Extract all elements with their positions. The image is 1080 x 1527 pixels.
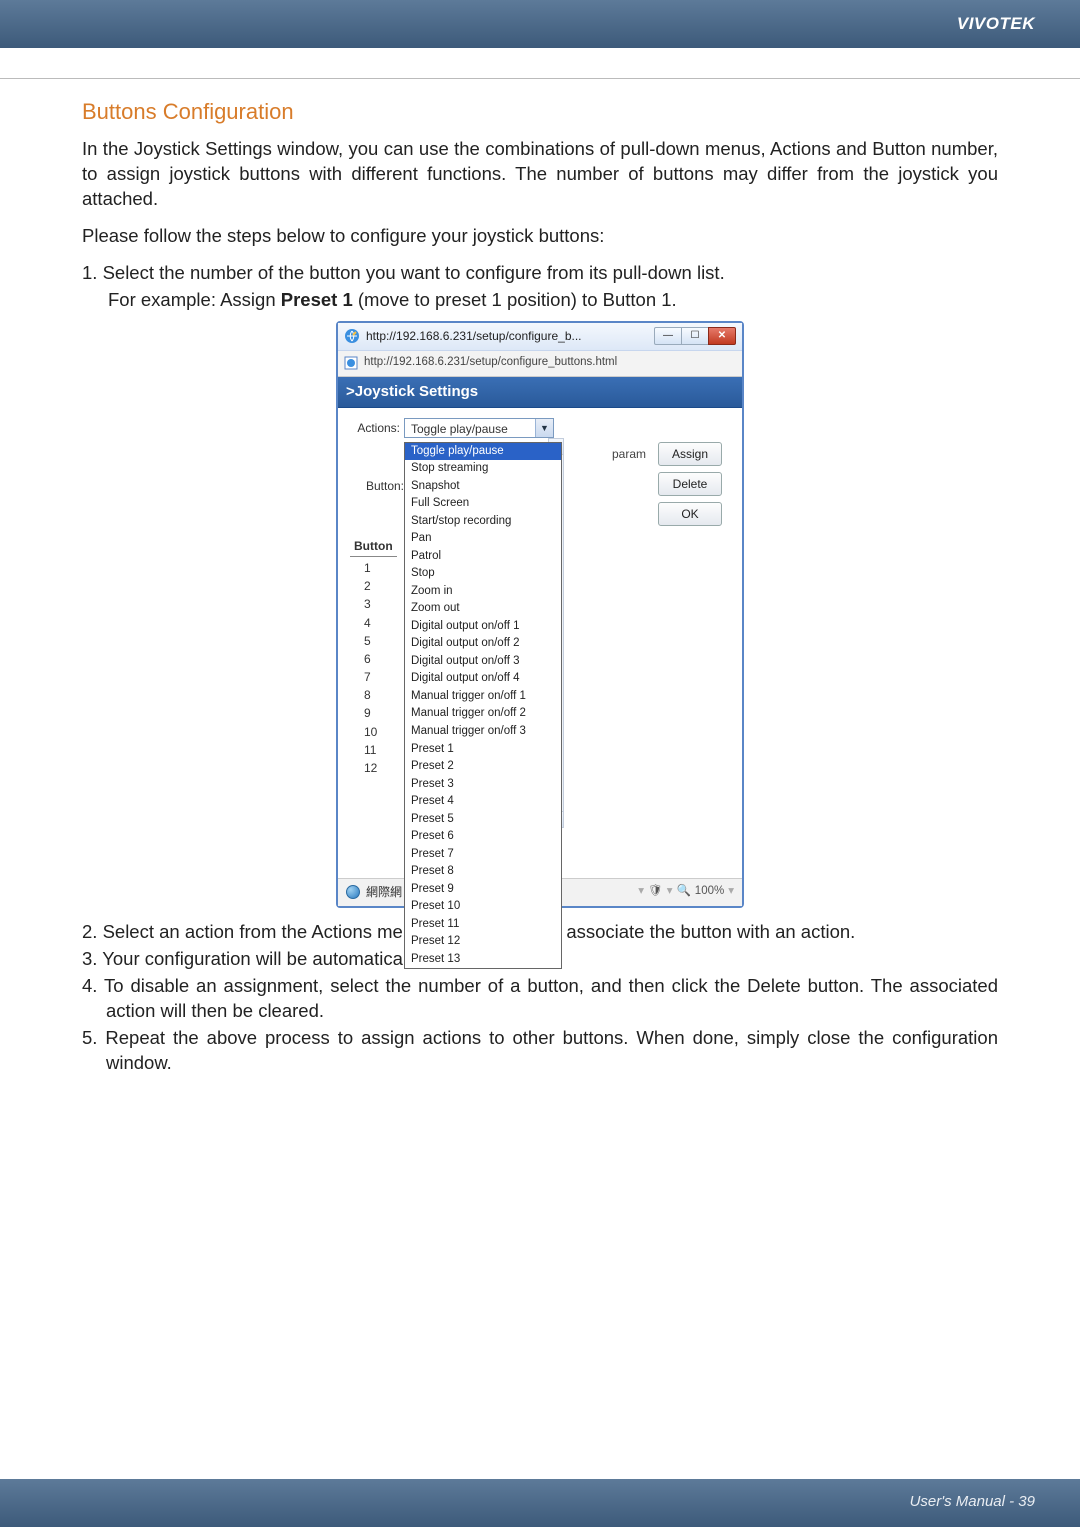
tab-url: http://192.168.6.231/setup/configure_but… <box>364 355 617 371</box>
dropdown-option[interactable]: Digital output on/off 1 <box>405 618 561 636</box>
step-1-line-b: For example: Assign Preset 1 (move to pr… <box>82 288 998 313</box>
dropdown-option[interactable]: Stop <box>405 565 561 583</box>
footer-text: User's Manual - 39 <box>910 1493 1035 1510</box>
button-label: Button: <box>346 478 404 494</box>
dropdown-option[interactable]: Preset 2 <box>405 758 561 776</box>
zoom-value: 100% <box>695 884 724 900</box>
dropdown-option[interactable]: Snapshot <box>405 478 561 496</box>
intro-paragraph-1: In the Joystick Settings window, you can… <box>82 137 998 212</box>
delete-button[interactable]: Delete <box>658 472 722 496</box>
step-4: 4. To disable an assignment, select the … <box>82 974 998 1024</box>
step-2-suffix: to associate the button with an action. <box>541 921 856 942</box>
button-number-cell: 6 <box>350 650 397 668</box>
footer-bar: User's Manual - 39 <box>0 1479 1080 1527</box>
brand-label: VIVOTEK <box>957 14 1035 34</box>
step-1-line-a: 1. Select the number of the button you w… <box>82 261 998 286</box>
window-maximize-button[interactable]: ☐ <box>681 327 709 345</box>
dropdown-option[interactable]: Manual trigger on/off 3 <box>405 723 561 741</box>
window-titlebar: http://192.168.6.231/setup/configure_b..… <box>338 323 742 351</box>
step-1b-bold: Preset 1 <box>281 289 353 310</box>
actions-dropdown-list[interactable]: Toggle play/pauseStop streamingSnapshotF… <box>404 442 562 969</box>
actions-label: Actions: <box>346 420 404 436</box>
ie-icon <box>344 328 360 344</box>
step-5: 5. Repeat the above process to assign ac… <box>82 1026 998 1076</box>
header-bar: VIVOTEK <box>0 0 1080 48</box>
button-number-cell: 4 <box>350 614 397 632</box>
window-minimize-button[interactable]: — <box>654 327 682 345</box>
dialog-body: >Joystick Settings Actions: Toggle play/… <box>338 377 742 906</box>
dropdown-option[interactable]: Preset 7 <box>405 846 561 864</box>
dropdown-option[interactable]: Manual trigger on/off 1 <box>405 688 561 706</box>
status-zoom[interactable]: ▾ 🛡 ▾ 🔍 100% ▾ <box>638 884 734 900</box>
dropdown-option[interactable]: Zoom out <box>405 600 561 618</box>
dropdown-option[interactable]: Preset 5 <box>405 811 561 829</box>
dropdown-option[interactable]: Preset 11 <box>405 916 561 934</box>
dropdown-option[interactable]: Pan <box>405 530 561 548</box>
dropdown-option[interactable]: Full Screen <box>405 495 561 513</box>
button-number-cell: 3 <box>350 595 397 613</box>
status-zone-text: 網際網 <box>366 884 402 900</box>
dropdown-option[interactable]: Preset 12 <box>405 933 561 951</box>
dropdown-option[interactable]: Preset 13 <box>405 951 561 969</box>
dialog-window: http://192.168.6.231/setup/configure_b..… <box>336 321 744 908</box>
button-number-cell: 9 <box>350 704 397 722</box>
section-title: Buttons Configuration <box>82 97 998 127</box>
dropdown-option[interactable]: Start/stop recording <box>405 513 561 531</box>
zoom-icon: 🔍 <box>676 884 690 900</box>
dropdown-option[interactable]: Digital output on/off 2 <box>405 635 561 653</box>
dropdown-option[interactable]: Patrol <box>405 548 561 566</box>
button-number-cell: 5 <box>350 632 397 650</box>
dropdown-option[interactable]: Digital output on/off 3 <box>405 653 561 671</box>
globe-icon <box>346 885 360 899</box>
button-number-cell: 1 <box>350 559 397 577</box>
browser-tab-row: http://192.168.6.231/setup/configure_but… <box>338 351 742 377</box>
step-1b-prefix: For example: Assign <box>108 289 281 310</box>
button-column-header: Button <box>350 538 397 557</box>
button-number-cell: 10 <box>350 723 397 741</box>
actions-combobox-value: Toggle play/pause <box>405 419 535 437</box>
button-number-cell: 2 <box>350 577 397 595</box>
dropdown-option[interactable]: Digital output on/off 4 <box>405 670 561 688</box>
window-title: http://192.168.6.231/setup/configure_b..… <box>366 328 655 344</box>
intro-paragraph-2: Please follow the steps below to configu… <box>82 224 998 249</box>
button-number-cell: 7 <box>350 668 397 686</box>
button-number-cell: 12 <box>350 759 397 777</box>
button-number-cell: 11 <box>350 741 397 759</box>
chevron-down-icon[interactable]: ▼ <box>535 419 553 437</box>
button-number-column: Button 123456789101112 <box>350 538 397 777</box>
dropdown-option[interactable]: Zoom in <box>405 583 561 601</box>
dropdown-option[interactable]: Manual trigger on/off 2 <box>405 705 561 723</box>
shield-icon: 🛡 <box>648 884 663 900</box>
assign-button[interactable]: Assign <box>658 442 722 466</box>
dropdown-option[interactable]: Preset 9 <box>405 881 561 899</box>
dropdown-option[interactable]: Stop streaming <box>405 460 561 478</box>
ok-button[interactable]: OK <box>658 502 722 526</box>
window-close-button[interactable]: ✕ <box>708 327 736 345</box>
page-content: Buttons Configuration In the Joystick Se… <box>0 79 1080 1076</box>
dropdown-option[interactable]: Preset 4 <box>405 793 561 811</box>
dropdown-option[interactable]: Preset 1 <box>405 741 561 759</box>
step-1b-suffix: (move to preset 1 position) to Button 1. <box>353 289 677 310</box>
dropdown-option[interactable]: Toggle play/pause <box>405 443 561 461</box>
joystick-settings-header: >Joystick Settings <box>338 377 742 408</box>
dropdown-option[interactable]: Preset 10 <box>405 898 561 916</box>
dropdown-option[interactable]: Preset 3 <box>405 776 561 794</box>
actions-combobox[interactable]: Toggle play/pause ▼ <box>404 418 554 438</box>
param-label: param <box>612 446 646 462</box>
dropdown-option[interactable]: Preset 8 <box>405 863 561 881</box>
dropdown-option[interactable]: Preset 6 <box>405 828 561 846</box>
page-icon <box>344 356 358 370</box>
button-number-cell: 8 <box>350 686 397 704</box>
